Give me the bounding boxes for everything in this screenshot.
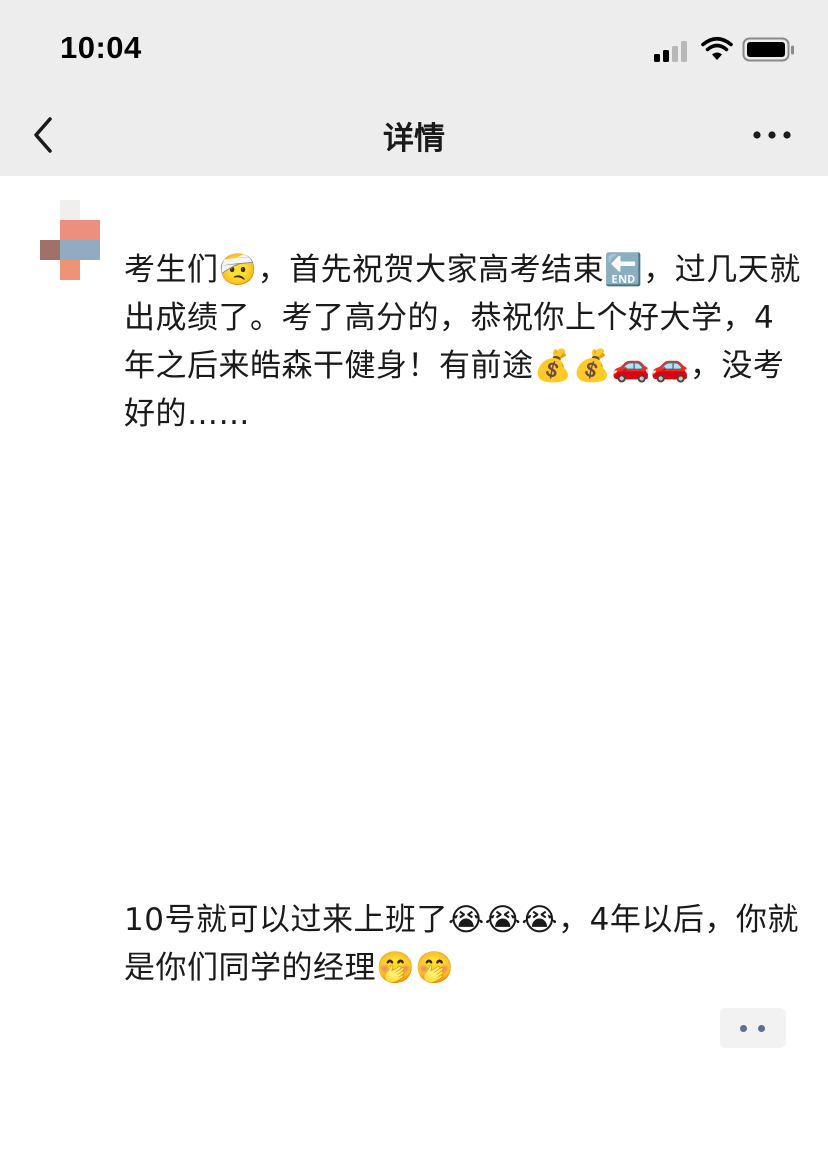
navigation-bar: 详情 <box>0 95 828 176</box>
dot-icon <box>740 1025 747 1032</box>
comment-more-button[interactable] <box>720 1008 786 1048</box>
status-time: 10:04 <box>60 30 142 65</box>
dot-icon <box>758 1025 765 1032</box>
battery-icon <box>742 37 794 62</box>
page-title: 详情 <box>383 121 445 157</box>
post-text-paragraph-2: 10号就可以过来上班了😭😭😭，4年以后，你就是你们同学的经理🤭🤭 <box>124 902 799 986</box>
more-options-icon[interactable] <box>750 123 794 147</box>
status-bar: 10:04 <box>0 0 828 95</box>
avatar[interactable] <box>40 200 100 280</box>
wifi-icon <box>701 36 733 60</box>
post-text-paragraph-1: 考生们🤕，首先祝贺大家高考结束🔚，过几天就出成绩了。考了高分的，恭祝你上个好大学… <box>124 252 801 432</box>
cellular-signal-icon <box>654 40 690 62</box>
